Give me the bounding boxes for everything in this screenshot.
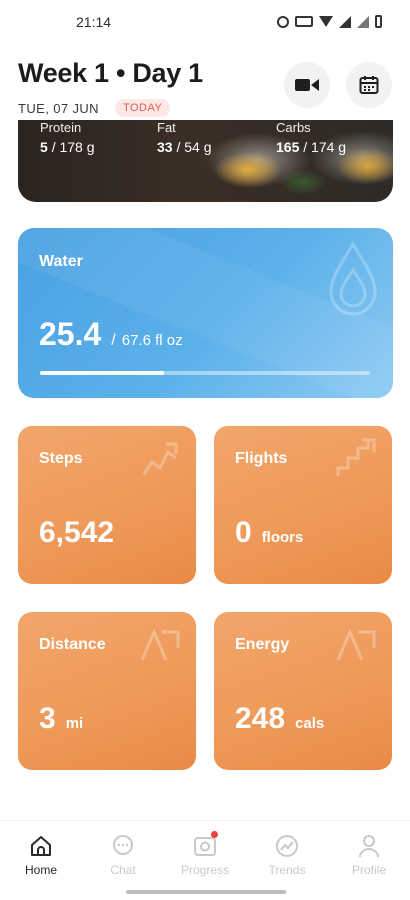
macro-value: 165 / 174 g: [276, 139, 346, 155]
profile-icon: [359, 835, 379, 858]
progress-icon-wrap: [192, 831, 218, 859]
distance-title: Distance: [39, 636, 106, 653]
home-icon: [31, 836, 51, 856]
water-goal: 67.6 fl oz: [121, 332, 183, 349]
macro-current: 33: [157, 139, 173, 155]
video-button[interactable]: [284, 62, 330, 108]
steps-value: 6,542: [39, 516, 115, 549]
macro-label: Protein: [40, 120, 82, 135]
stairs-icon: [336, 438, 376, 476]
chat-icon: [113, 835, 133, 855]
header: Week 1 • Day 1 TUE, 07 JUN TODAY: [18, 58, 392, 122]
date-text: TUE, 07 JUN: [18, 100, 99, 116]
distance-card[interactable]: Distance 3 mi: [18, 612, 196, 770]
flights-value-row: 0 floors: [235, 516, 303, 550]
water-progress-track: [40, 371, 370, 375]
flights-card[interactable]: Flights 0 floors: [214, 426, 392, 584]
water-separator: /: [111, 332, 116, 349]
macro-goal: / 54 g: [176, 139, 212, 155]
distance-icon: [140, 628, 180, 661]
flights-unit: floors: [261, 529, 304, 546]
alarm-icon: [277, 15, 289, 28]
energy-value: 248: [235, 702, 286, 735]
video-camera-icon: [295, 79, 319, 91]
energy-value-row: 248 cals: [235, 702, 324, 736]
energy-card[interactable]: Energy 248 cals: [214, 612, 392, 770]
macro-current: 165: [276, 139, 300, 155]
today-badge: TODAY: [114, 99, 171, 117]
distance-unit: mi: [65, 715, 84, 732]
macros-card[interactable]: Protein 5 / 178 g Fat 33 / 54 g Carbs 16…: [18, 120, 393, 202]
bottom-nav: Home Chat Progress Trends Profile: [0, 820, 410, 900]
steps-card[interactable]: Steps 6,542: [18, 426, 196, 584]
macro-carbs: Carbs 165 / 174 g: [276, 120, 346, 155]
battery-icon: [375, 15, 382, 28]
macro-current: 5: [40, 139, 48, 155]
steps-value-row: 6,542: [39, 516, 114, 550]
nav-label: Progress: [180, 863, 230, 877]
water-card[interactable]: Water 25.4 / 67.6 fl oz: [18, 228, 393, 398]
macro-goal: / 178 g: [51, 139, 95, 155]
water-drop-icon: [329, 240, 377, 316]
calendar-icon: [359, 76, 379, 94]
status-time: 21:14: [76, 14, 112, 30]
signal-icon: [339, 15, 351, 28]
energy-title: Energy: [235, 636, 290, 653]
energy-icon: [336, 628, 376, 661]
water-title: Water: [39, 253, 83, 270]
distance-value-row: 3 mi: [39, 702, 83, 736]
nav-item-home[interactable]: Home: [0, 833, 82, 877]
macro-goal: / 174 g: [303, 139, 347, 155]
status-icons: [277, 15, 382, 28]
energy-unit: cals: [295, 715, 325, 732]
macro-protein: Protein 5 / 178 g: [40, 120, 95, 155]
flights-value: 0: [235, 516, 252, 549]
trends-icon: [276, 835, 298, 857]
macro-value: 5 / 178 g: [40, 139, 95, 155]
macro-fat: Fat 33 / 54 g: [157, 120, 212, 155]
steps-icon: [142, 442, 178, 475]
water-progress-fill: [40, 371, 165, 375]
macro-value: 33 / 54 g: [157, 139, 212, 155]
distance-value: 3: [39, 702, 56, 735]
macro-label: Fat: [157, 120, 176, 135]
status-bar: 21:14: [0, 0, 410, 44]
water-value: 25.4: [39, 316, 102, 352]
flights-title: Flights: [235, 450, 288, 467]
calendar-button[interactable]: [346, 62, 392, 108]
signal-2-icon: [357, 15, 369, 28]
nav-item-trends[interactable]: Trends: [246, 833, 328, 877]
nav-label: Profile: [351, 863, 386, 877]
page-title: Week 1 • Day 1: [18, 58, 203, 88]
nav-label: Home: [24, 863, 57, 877]
nav-item-profile[interactable]: Profile: [328, 833, 410, 877]
wifi-icon: [319, 16, 333, 27]
date-row: TUE, 07 JUN TODAY: [18, 99, 392, 117]
steps-title: Steps: [39, 450, 83, 467]
macro-label: Carbs: [276, 120, 311, 135]
gesture-bar[interactable]: [126, 890, 286, 894]
nav-label: Chat: [110, 863, 136, 877]
nav-item-chat[interactable]: Chat: [82, 833, 164, 877]
home-screen: 21:14 Week 1 • Day 1 TUE, 07 JUN TODAY P…: [0, 0, 410, 900]
nav-label: Trends: [268, 863, 306, 877]
water-value-row: 25.4 / 67.6 fl oz: [39, 316, 183, 353]
nfc-icon: [295, 16, 313, 27]
notification-dot: [211, 831, 218, 838]
nav-item-progress[interactable]: Progress: [164, 831, 246, 877]
